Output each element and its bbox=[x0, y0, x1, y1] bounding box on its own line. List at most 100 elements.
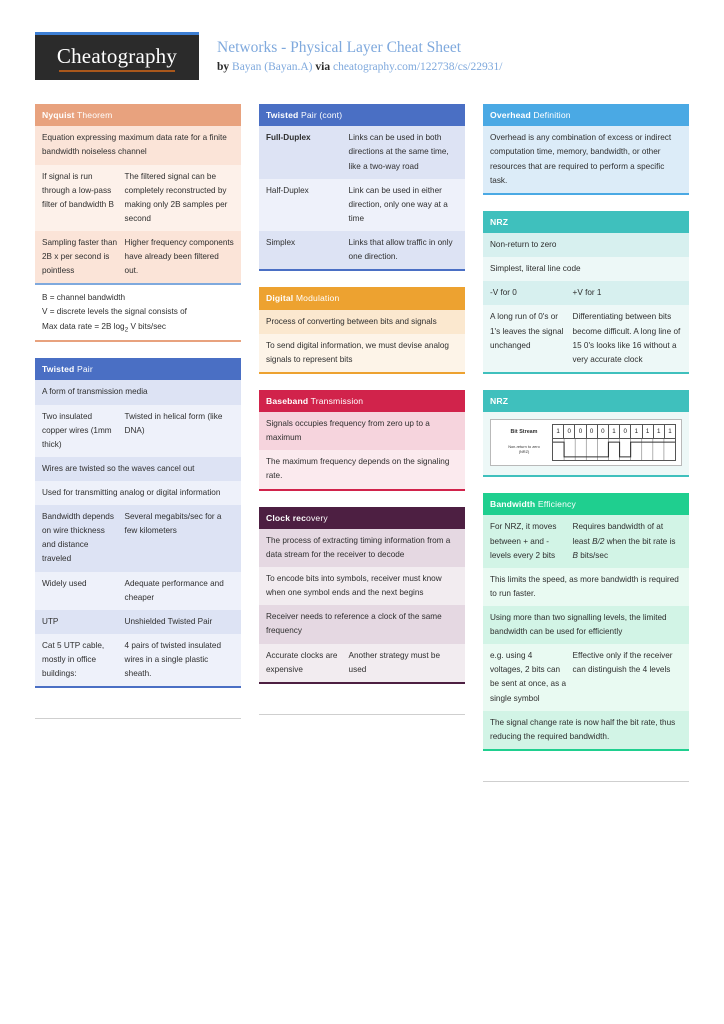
card-row: Overhead is any combination of excess or… bbox=[483, 126, 689, 193]
card-clock-recovery: Clock recovery The process of extracting … bbox=[259, 506, 465, 684]
card-row: Sampling faster than 2B x per second is … bbox=[35, 230, 241, 284]
card-bottom-rule bbox=[35, 686, 241, 689]
card-title-nrz-diagram[interactable]: NRZ bbox=[483, 389, 689, 413]
row-term: Half-D­uplex bbox=[266, 185, 309, 195]
row-definition: Differentiating between bits become diff… bbox=[572, 312, 681, 364]
card-bottom-rule bbox=[35, 340, 241, 343]
bit-cell: 0 bbox=[587, 425, 598, 439]
column-footer-rule bbox=[35, 718, 241, 720]
card-bottom-rule bbox=[483, 192, 689, 195]
card-twisted-pair-cont: Twisted Pair (cont) Full-D­uplex Links can… bbox=[259, 104, 465, 272]
card-nrz-diagram: NRZ Bit Stream Non-return to zero (NRZ) 1 0 0 0… bbox=[483, 389, 689, 478]
card-title-nrz[interactable]: NRZ bbox=[483, 210, 689, 234]
row-term: Widely used bbox=[42, 578, 87, 588]
card-row: UTP Unshielded Twisted Pair bbox=[35, 609, 241, 634]
card-body-bandwidth-efficiency: For NRZ, it moves between + and - levels… bbox=[483, 515, 689, 749]
card-row: Used for transmitting analog or digital … bbox=[35, 481, 241, 506]
row-definition: Links can be used in both directions at … bbox=[348, 133, 449, 171]
footnote-line: B = channel bandwidth bbox=[42, 293, 126, 303]
bit-cell: 1 bbox=[609, 425, 621, 439]
card-row: Simplest, literal line code bbox=[483, 257, 689, 282]
diagram-label-bit-stream: Bit Stream bbox=[510, 428, 538, 435]
card-row: Two insulated copper wires (1mm thick) Tw… bbox=[35, 404, 241, 457]
nrz-waveform-diagram: Bit Stream Non-return to zero (NRZ) 1 0 0 0 0 1 0… bbox=[483, 412, 689, 476]
card-title-baseband-transmission[interactable]: Baseband Transmission bbox=[259, 389, 465, 413]
card-row: e.g. using 4 voltages, 2 bits can be sen… bbox=[483, 644, 689, 711]
card-body-twisted-pair: A form of transmission media Two insulate… bbox=[35, 380, 241, 687]
bit-stream-row: 10000101111 bbox=[552, 424, 677, 440]
card-bandwidth-efficiency: Bandwidth Efficiency For NRZ, it moves be… bbox=[483, 493, 689, 751]
card-row: Full-D­uplex Links can be used in both di… bbox=[259, 126, 465, 179]
card-row: Widely used Adequate perfor­mance and che… bbox=[35, 571, 241, 610]
row-definition: Higher frequency components have already… bbox=[124, 237, 234, 276]
row-definition: Effective only if the receiver can disti… bbox=[572, 651, 673, 675]
card-row: The signal change rate is now half the b… bbox=[483, 710, 689, 749]
logo-text: Cheatography bbox=[57, 44, 177, 72]
card-baseband-transmission: Baseband Transmission Signals occupies fr… bbox=[259, 389, 465, 491]
row-definition: Several megabits/sec for a few kilometer… bbox=[124, 512, 222, 536]
card-title-overhead-definition[interactable]: Overhead Definition bbox=[483, 104, 689, 127]
card-body-twisted-pair-cont: Full-D­uplex Links can be used in both di… bbox=[259, 126, 465, 270]
card-nyquist-theorem: Nyquist Theorem Equation expressing maxim… bbox=[35, 104, 241, 343]
card-bottom-rule bbox=[483, 475, 689, 478]
bit-cell: 0 bbox=[564, 425, 576, 439]
cheatsheet-page: Cheatography Networks - Physical Layer C… bbox=[0, 0, 724, 1024]
card-row: -V for 0 +V for 1 bbox=[483, 281, 689, 306]
card-row: To encode bits into symbols, receiver mu… bbox=[259, 567, 465, 606]
row-term: Accurate clocks are expensive bbox=[266, 650, 338, 674]
author-link[interactable]: Bayan (Bayan.A) bbox=[232, 61, 312, 73]
card-row: To send digital information, we must dev… bbox=[259, 333, 465, 372]
row-definition: Another strategy must be used bbox=[348, 650, 441, 674]
row-term: Sampling faster than 2B x per second is … bbox=[42, 237, 118, 276]
byline-prefix: by bbox=[217, 61, 233, 74]
row-definition: The filtered signal can be completely re… bbox=[124, 171, 228, 223]
diagram-label-nrz: Non-return to zero (NRZ) bbox=[508, 444, 540, 455]
card-body-digital-modulation: Process of converting between bits and s… bbox=[259, 309, 465, 372]
card-row: Process of converting between bits and s… bbox=[259, 309, 465, 334]
source-link[interactable]: cheatography.com/122738/cs/22931/ bbox=[333, 61, 502, 73]
card-title-twisted-pair-cont[interactable]: Twisted Pair (cont) bbox=[259, 104, 465, 127]
card-bottom-rule bbox=[259, 371, 465, 374]
column-footer-rule bbox=[483, 780, 689, 782]
card-title-clock-recovery[interactable]: Clock recovery bbox=[259, 506, 465, 529]
byline-via: via bbox=[312, 61, 333, 74]
card-row: For NRZ, it moves between + and - levels… bbox=[483, 515, 689, 568]
card-body-overhead-definition: Overhead is any combination of excess or… bbox=[483, 126, 689, 193]
row-definition: Link can be used in either direction, on… bbox=[348, 185, 448, 223]
card-body-nyquist-theorem: Equation expressing maximum data rate fo… bbox=[35, 126, 241, 341]
card-bottom-rule bbox=[259, 269, 465, 272]
card-row: A long run of 0's or 1's leaves the sign… bbox=[483, 305, 689, 372]
row-term: For NRZ, it moves between + and - levels… bbox=[490, 522, 557, 560]
row-definition: Unshielded Twisted Pair bbox=[124, 616, 213, 626]
card-title-nyquist-theorem[interactable]: Nyquist Theorem bbox=[35, 104, 241, 127]
page-header: Cheatography Networks - Physical Layer C… bbox=[35, 32, 689, 82]
column-3: Overhead Definition Overhead is any combi… bbox=[483, 104, 689, 782]
row-term: Simplex bbox=[266, 237, 296, 247]
row-term: Two insulated copper wires (1mm thick) bbox=[42, 411, 112, 449]
card-title-bandwidth-efficiency[interactable]: Bandwidth Efficiency bbox=[483, 493, 689, 516]
card-row: Bandwidth depends on wire thickness and … bbox=[35, 505, 241, 572]
card-bottom-rule bbox=[483, 748, 689, 751]
cheatography-logo[interactable]: Cheatography bbox=[35, 32, 199, 80]
row-term: Bandwidth depends on wire thickness and … bbox=[42, 512, 114, 564]
row-definition: 4 pairs of twisted insulated wires in a … bbox=[124, 640, 222, 679]
nrz-waveform-row bbox=[552, 439, 676, 462]
card-body-clock-recovery: The process of extracting timing informa… bbox=[259, 528, 465, 682]
card-title-digital-modulation[interactable]: Digital Modulation bbox=[259, 287, 465, 310]
row-definition: +V for 1 bbox=[572, 288, 602, 298]
byline: by Bayan (Bayan.A) via cheatography.com/… bbox=[217, 61, 502, 73]
card-body-nrz: Non-return to zero Simplest, literal line… bbox=[483, 233, 689, 372]
row-term: UTP bbox=[42, 616, 59, 626]
card-row: If signal is run through a low-pass filt… bbox=[35, 164, 241, 231]
card-title-twisted-pair[interactable]: Twisted Pair bbox=[35, 358, 241, 381]
row-definition: Requires bandwidth of at least B/2 when … bbox=[572, 522, 676, 560]
row-term: Full-D­uplex bbox=[266, 133, 311, 143]
row-term: If signal is run through a low-pass filt… bbox=[42, 171, 114, 209]
card-row: A form of transmission media bbox=[35, 380, 241, 405]
bit-cell: 0 bbox=[575, 425, 587, 439]
card-overhead-definition: Overhead Definition Overhead is any combi… bbox=[483, 104, 689, 195]
bit-cell: 1 bbox=[553, 425, 565, 439]
card-body-baseband-transmission: Signals occupies frequency from zero up … bbox=[259, 412, 465, 489]
card-row: Equation expressing maximum data rate fo… bbox=[35, 126, 241, 165]
card-row: The maximum frequency depends on the sig… bbox=[259, 450, 465, 489]
